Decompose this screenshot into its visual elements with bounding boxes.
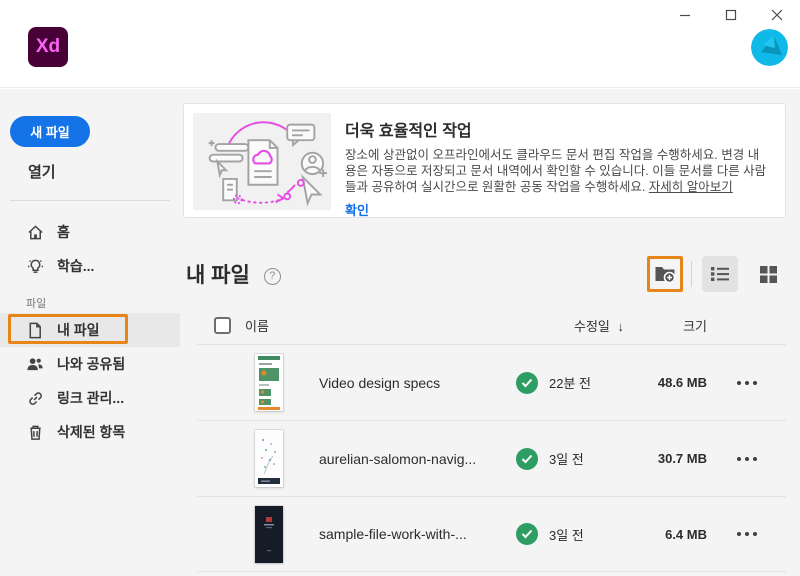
file-thumbnail-cell	[197, 354, 319, 411]
file-thumbnail	[255, 354, 283, 411]
more-options-cell	[707, 457, 786, 461]
banner-body: 장소에 상관없이 오프라인에서도 클라우드 문서 편집 작업을 수행하세요. 변…	[345, 147, 767, 195]
sidebar-item-label: 나와 공유됨	[57, 354, 125, 374]
sidebar-item-shared-with-me[interactable]: 나와 공유됨	[0, 347, 180, 381]
help-icon[interactable]: ?	[264, 268, 281, 285]
open-button[interactable]: 열기	[28, 161, 180, 182]
modified-label: 수정일	[574, 319, 610, 334]
banner-title: 더욱 효율적인 작업	[345, 117, 767, 141]
avatar-icon	[751, 29, 788, 66]
sidebar-item-label: 삭제된 항목	[57, 422, 125, 442]
confirm-link[interactable]: 확인	[345, 200, 369, 218]
minimize-button[interactable]	[662, 0, 708, 30]
minimize-icon	[679, 9, 691, 21]
more-options-cell	[707, 532, 786, 536]
view-toolbar	[647, 256, 786, 292]
more-options-cell	[707, 381, 786, 385]
sort-descending-icon: ↓	[618, 319, 625, 334]
sidebar-section-files: 파일	[26, 295, 180, 311]
user-avatar[interactable]	[751, 29, 788, 66]
window-controls	[662, 0, 800, 30]
more-options-button[interactable]	[737, 381, 757, 385]
more-options-button[interactable]	[737, 457, 757, 461]
grid-view-icon	[759, 265, 778, 284]
toolbar-divider	[691, 261, 692, 287]
maximize-button[interactable]	[708, 0, 754, 30]
sidebar-item-label: 내 파일	[57, 320, 100, 340]
files-table: 이름 수정일 ↓ 크기	[197, 306, 786, 572]
file-name: aurelian-salomon-navig...	[319, 451, 505, 467]
document-icon	[26, 321, 44, 339]
column-header-size[interactable]: 크기	[649, 316, 707, 335]
synced-check-icon	[516, 523, 538, 545]
sidebar-item-deleted-items[interactable]: 삭제된 항목	[0, 415, 180, 449]
content-area: 새 파일 열기 홈 학습... 파일	[0, 89, 800, 576]
grid-view-button[interactable]	[750, 256, 786, 292]
maximize-icon	[725, 9, 737, 21]
table-header-right: 수정일 ↓ 크기	[549, 316, 786, 335]
sidebar-nav: 홈 학습... 파일 내 파일	[0, 215, 180, 449]
new-folder-icon	[654, 264, 676, 284]
file-size: 30.7 MB	[649, 451, 707, 466]
titlebar: Xd	[0, 0, 800, 88]
list-view-button[interactable]	[702, 256, 738, 292]
sidebar-item-manage-links[interactable]: 링크 관리...	[0, 381, 180, 415]
sidebar-divider	[10, 200, 170, 201]
new-file-button[interactable]: 새 파일	[10, 116, 90, 147]
file-modified: 22분 전	[549, 373, 649, 392]
file-size: 6.4 MB	[649, 527, 707, 542]
synced-check-icon	[516, 448, 538, 470]
sync-status-cell	[505, 372, 549, 394]
trash-icon	[26, 423, 44, 441]
column-header-name[interactable]: 이름	[245, 316, 269, 335]
page-title: 내 파일	[186, 259, 250, 289]
file-size: 48.6 MB	[649, 375, 707, 390]
more-options-button[interactable]	[737, 532, 757, 536]
home-icon	[26, 223, 44, 241]
close-icon	[771, 9, 783, 21]
table-row[interactable]: aurelian-salomon-navig... 3일 전 30.7 MB	[197, 420, 786, 496]
banner-text-block: 더욱 효율적인 작업 장소에 상관없이 오프라인에서도 클라우드 문서 편집 작…	[331, 104, 785, 217]
cloud-collaboration-illustration	[193, 113, 331, 210]
select-all-checkbox[interactable]	[214, 317, 231, 334]
learn-more-link[interactable]: 자세히 알아보기	[649, 180, 733, 194]
file-name: Video design specs	[319, 375, 505, 391]
people-icon	[26, 355, 44, 373]
sidebar-item-label: 링크 관리...	[57, 388, 124, 408]
sidebar-item-my-files[interactable]: 내 파일	[0, 313, 180, 347]
lightbulb-icon	[26, 257, 44, 275]
sidebar: 새 파일 열기 홈 학습... 파일	[0, 89, 180, 576]
sidebar-item-label: 학습...	[57, 256, 94, 276]
sync-status-cell	[505, 448, 549, 470]
file-thumbnail-cell	[197, 430, 319, 487]
table-header-row: 이름 수정일 ↓ 크기	[197, 306, 786, 344]
link-icon	[26, 389, 44, 407]
synced-check-icon	[516, 372, 538, 394]
table-row[interactable]: Video design specs 22분 전 48.6 MB	[197, 344, 786, 420]
xd-logo-text: Xd	[36, 36, 60, 58]
sidebar-item-label: 홈	[57, 222, 70, 242]
file-modified: 3일 전	[549, 525, 649, 544]
file-modified: 3일 전	[549, 449, 649, 468]
main-panel: 더욱 효율적인 작업 장소에 상관없이 오프라인에서도 클라우드 문서 편집 작…	[180, 89, 800, 576]
list-view-icon	[710, 265, 730, 283]
new-folder-button[interactable]	[647, 256, 683, 292]
column-header-modified[interactable]: 수정일 ↓	[549, 316, 649, 335]
xd-home-window: Xd 새 파일 열기	[0, 0, 800, 576]
file-thumbnail	[255, 506, 283, 563]
table-row[interactable]: sample-file-work-with-... 3일 전 6.4 MB	[197, 496, 786, 572]
promo-banner: 더욱 효율적인 작업 장소에 상관없이 오프라인에서도 클라우드 문서 편집 작…	[183, 103, 786, 218]
file-name: sample-file-work-with-...	[319, 526, 505, 542]
close-button[interactable]	[754, 0, 800, 30]
file-thumbnail-cell	[197, 506, 319, 563]
file-thumbnail	[255, 430, 283, 487]
files-section-header: 내 파일 ?	[183, 256, 786, 292]
sidebar-item-learn[interactable]: 학습...	[0, 249, 180, 283]
xd-logo: Xd	[28, 27, 68, 67]
sync-status-cell	[505, 523, 549, 545]
sidebar-item-home[interactable]: 홈	[0, 215, 180, 249]
